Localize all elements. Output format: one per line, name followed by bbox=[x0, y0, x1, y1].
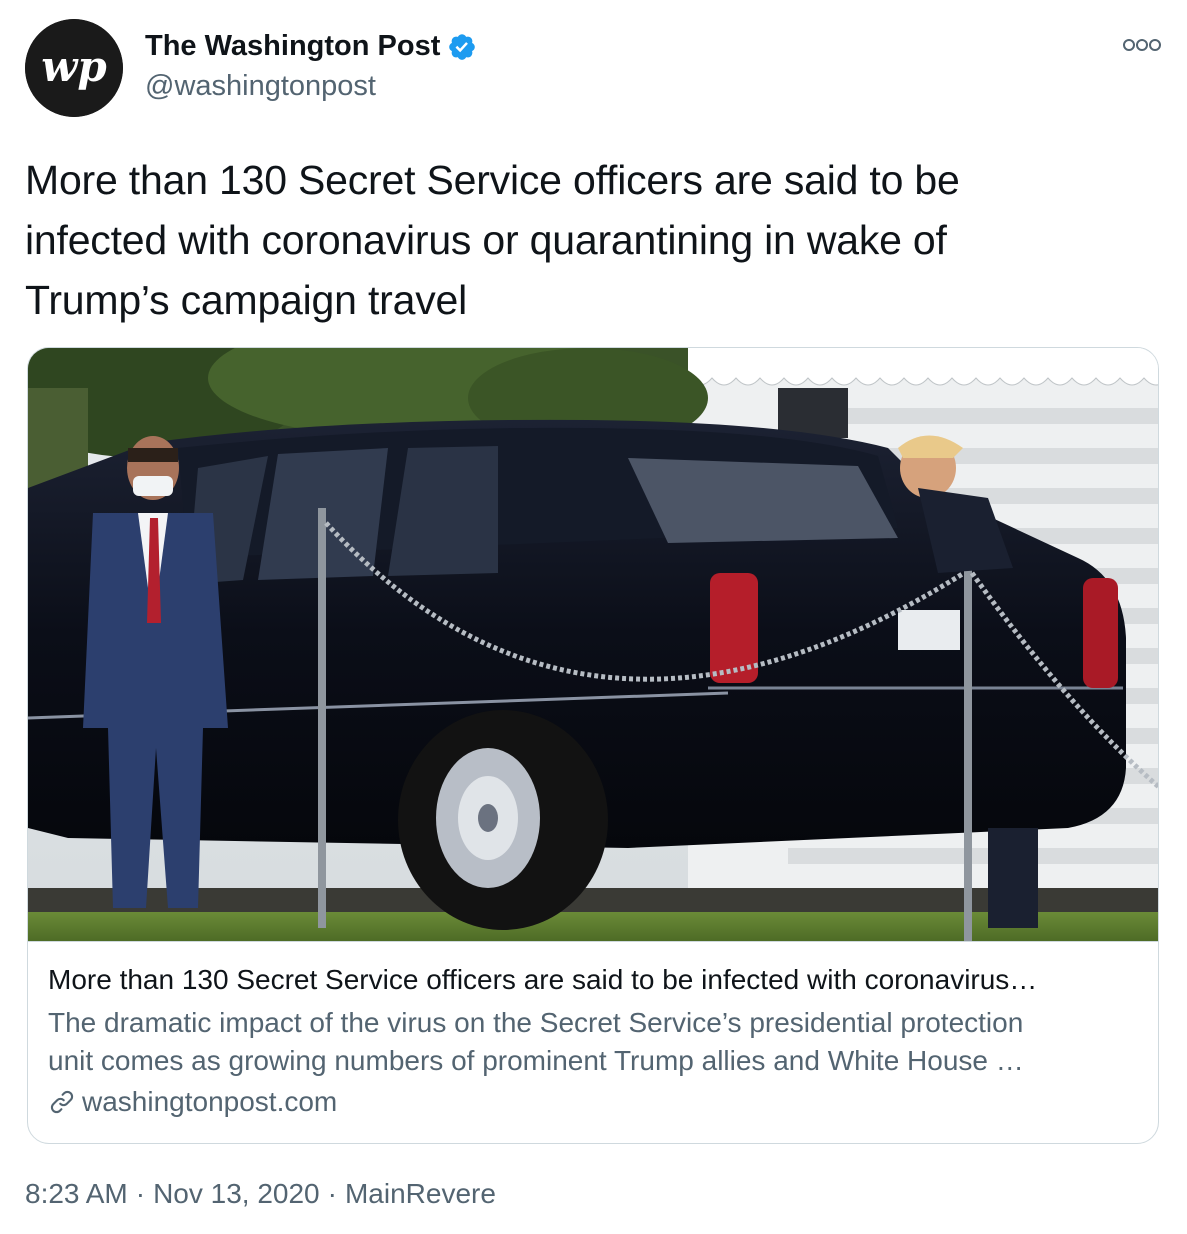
tweet-date[interactable]: Nov 13, 2020 bbox=[153, 1178, 320, 1209]
link-preview-card[interactable]: More than 130 Secret Service officers ar… bbox=[27, 347, 1159, 1144]
more-options-button[interactable] bbox=[1120, 32, 1164, 58]
limousine-photo bbox=[28, 348, 1158, 941]
verified-badge-icon bbox=[447, 32, 477, 62]
tweet-text: More than 130 Secret Service officers ar… bbox=[25, 150, 1155, 330]
card-image[interactable] bbox=[28, 348, 1158, 942]
tweet-source[interactable]: MainRevere bbox=[345, 1178, 496, 1209]
card-description-line: unit comes as growing numbers of promine… bbox=[48, 1045, 1024, 1076]
card-domain-row[interactable]: washingtonpost.com bbox=[48, 1084, 337, 1120]
author-avatar[interactable]: wp bbox=[25, 19, 123, 117]
author-name[interactable]: The Washington Post bbox=[145, 30, 440, 63]
tweet-time[interactable]: 8:23 AM bbox=[25, 1178, 128, 1209]
link-icon bbox=[50, 1090, 74, 1114]
tweet-text-line: Trump’s campaign travel bbox=[25, 277, 468, 323]
author-handle[interactable]: @washingtonpost bbox=[145, 70, 376, 103]
tweet-meta: 8:23 AM · Nov 13, 2020 · MainRevere bbox=[25, 1178, 496, 1210]
avatar-logo-text: wp bbox=[41, 42, 107, 91]
meta-separator: · bbox=[135, 1178, 146, 1209]
card-description-line: The dramatic impact of the virus on the … bbox=[48, 1007, 1024, 1038]
tweet-text-line: More than 130 Secret Service officers ar… bbox=[25, 157, 960, 203]
tweet-text-line: infected with coronavirus or quarantinin… bbox=[25, 217, 947, 263]
card-body[interactable]: More than 130 Secret Service officers ar… bbox=[28, 942, 1158, 1142]
card-domain[interactable]: washingtonpost.com bbox=[82, 1084, 337, 1120]
wp-logo-icon: wp bbox=[25, 19, 123, 117]
more-horizontal-icon bbox=[1123, 39, 1161, 51]
tweet: wp The Washington Post @washingtonpost M… bbox=[0, 0, 1187, 1234]
author-name-row[interactable]: The Washington Post bbox=[145, 30, 477, 63]
card-title[interactable]: More than 130 Secret Service officers ar… bbox=[48, 962, 1140, 998]
meta-separator: · bbox=[327, 1178, 337, 1209]
card-description: The dramatic impact of the virus on the … bbox=[48, 1004, 1140, 1080]
